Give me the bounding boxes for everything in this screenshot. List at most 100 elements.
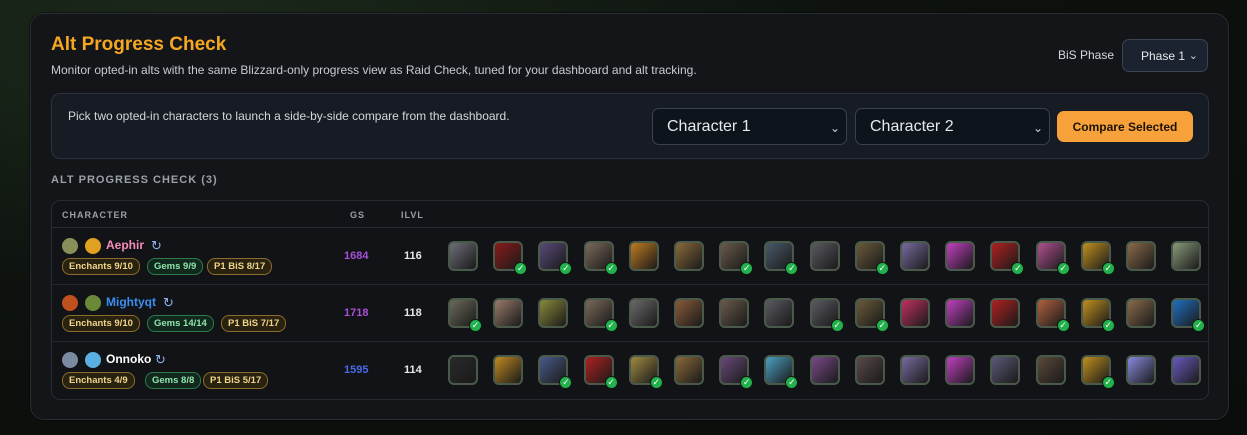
check-icon: ✓	[514, 262, 528, 275]
check-icon: ✓	[604, 319, 618, 332]
section-title: ALT PROGRESS CHECK (3)	[51, 174, 218, 186]
table-header: CHARACTER GS ILVL	[52, 201, 1208, 228]
bis-phase-label: BiS Phase	[1058, 48, 1115, 62]
table-row[interactable]: Aephir ↻ Enchants 9/10 Gems 9/9 P1 BiS 8/17 1…	[52, 228, 1208, 285]
gear-slot-icon[interactable]: ✓	[493, 241, 528, 275]
check-icon: ✓	[1101, 376, 1115, 389]
gear-slot-icon[interactable]: ✓	[809, 298, 844, 332]
character-1-value: Character 1	[667, 117, 751, 135]
gear-slot-icon[interactable]	[493, 298, 524, 328]
check-icon: ✓	[559, 262, 573, 275]
spec-icon	[85, 238, 101, 254]
item-level: 118	[404, 307, 422, 319]
character-name[interactable]: Onnoko	[106, 352, 151, 366]
gear-slot-icon[interactable]: ✓	[854, 298, 889, 332]
gear-slot-icon[interactable]: ✓	[538, 241, 573, 275]
gear-slot-icon[interactable]	[990, 355, 1021, 385]
gear-score: 1684	[344, 250, 369, 262]
enchants-badge: Enchants 9/10	[62, 315, 140, 332]
gear-slot-icon[interactable]	[1126, 355, 1156, 385]
character-name[interactable]: Mightyqt	[106, 295, 156, 309]
check-icon: ✓	[785, 376, 799, 389]
compare-selected-button[interactable]: Compare Selected	[1057, 111, 1193, 142]
compare-instructions: Pick two opted-in characters to launch a…	[68, 109, 510, 123]
bis-badge: P1 BiS 5/17	[203, 372, 269, 389]
table-row[interactable]: Onnoko ↻ Enchants 4/9 Gems 8/8 P1 BiS 5/17 15…	[52, 342, 1208, 399]
chevron-down-icon: ⌄	[1188, 50, 1198, 62]
chevron-down-icon: ⌄	[829, 121, 840, 135]
gear-slot-icon[interactable]	[674, 355, 704, 385]
gear-slot-icon[interactable]: ✓	[1035, 241, 1070, 275]
gear-slot-icon[interactable]: ✓	[719, 241, 754, 275]
gear-slot-icon[interactable]: ✓	[1035, 298, 1070, 332]
gear-score: 1595	[344, 364, 369, 376]
gear-slot-icon[interactable]: ✓	[583, 241, 618, 275]
gear-slot-icon[interactable]	[945, 355, 976, 385]
check-icon: ✓	[785, 262, 799, 275]
refresh-icon[interactable]: ↻	[155, 352, 166, 368]
gear-slot-icon[interactable]	[674, 241, 704, 271]
gear-slot-icon[interactable]	[628, 241, 659, 271]
gear-slot-icon[interactable]	[900, 241, 930, 271]
gear-slot-icon[interactable]	[945, 241, 976, 271]
character-2-select[interactable]: Character 2 ⌄	[855, 108, 1050, 145]
refresh-icon[interactable]: ↻	[151, 238, 162, 254]
gear-slot-icon[interactable]: ✓	[764, 355, 799, 389]
gear-slot-icon[interactable]	[448, 355, 478, 385]
gear-slot-icon[interactable]: ✓	[628, 355, 663, 389]
gear-slot-icon[interactable]	[1126, 298, 1156, 328]
gear-slot-icon[interactable]	[1035, 355, 1066, 385]
gems-badge: Gems 9/9	[147, 258, 204, 275]
gear-slot-icon[interactable]	[900, 298, 930, 328]
gear-slot-icon[interactable]	[900, 355, 930, 385]
refresh-icon[interactable]: ↻	[163, 295, 174, 311]
gear-slot-icon[interactable]	[1171, 241, 1202, 271]
gear-slot-icon[interactable]: ✓	[1080, 241, 1115, 275]
check-icon: ✓	[469, 319, 482, 332]
gear-slot-icon[interactable]	[1171, 355, 1202, 385]
gear-slot-icon[interactable]: ✓	[448, 298, 482, 332]
item-level: 116	[404, 250, 422, 262]
chevron-down-icon: ⌄	[1032, 121, 1043, 135]
page-subtitle: Monitor opted-in alts with the same Bliz…	[51, 63, 697, 77]
check-icon: ✓	[875, 262, 889, 275]
spec-icon	[85, 352, 101, 368]
gear-slot-icon[interactable]: ✓	[583, 298, 618, 332]
gear-slot-icon[interactable]	[764, 298, 795, 328]
gear-slot-icon[interactable]	[538, 298, 569, 328]
check-icon: ✓	[1056, 262, 1070, 275]
header-gs: GS	[350, 210, 366, 220]
bis-badge: P1 BiS 7/17	[221, 315, 287, 332]
bis-phase-select[interactable]: Phase 1 ⌄	[1122, 39, 1208, 72]
character-1-select[interactable]: Character 1 ⌄	[652, 108, 847, 145]
gear-slot-icon[interactable]: ✓	[1080, 298, 1115, 332]
character-name[interactable]: Aephir	[106, 238, 144, 252]
gear-slot-icon[interactable]: ✓	[1080, 355, 1115, 389]
enchants-badge: Enchants 9/10	[62, 258, 140, 275]
header-character: CHARACTER	[62, 210, 128, 220]
gear-slot-icon[interactable]	[719, 298, 750, 328]
gear-slot-icon[interactable]	[1126, 241, 1156, 271]
gear-slot-icon[interactable]	[448, 241, 478, 271]
gear-slot-icon[interactable]: ✓	[764, 241, 799, 275]
gear-slot-icon[interactable]	[945, 298, 976, 328]
gear-slot-icon[interactable]: ✓	[1171, 298, 1206, 332]
gear-slot-icon[interactable]	[990, 298, 1021, 328]
check-icon: ✓	[604, 262, 618, 275]
gems-badge: Gems 8/8	[145, 372, 202, 389]
gear-slot-icon[interactable]: ✓	[990, 241, 1025, 275]
gear-slot-icon[interactable]	[628, 298, 659, 328]
gear-slot-icon[interactable]	[854, 355, 885, 385]
gear-slot-icon[interactable]	[674, 298, 704, 328]
gear-slot-icon[interactable]	[809, 355, 840, 385]
gear-slot-icon[interactable]: ✓	[854, 241, 889, 275]
gear-slot-icon[interactable]: ✓	[583, 355, 618, 389]
compare-box: Pick two opted-in characters to launch a…	[51, 93, 1209, 159]
gear-slot-icon[interactable]	[809, 241, 840, 271]
gear-slot-icon[interactable]: ✓	[719, 355, 754, 389]
gear-slot-icon[interactable]	[493, 355, 524, 385]
table-row[interactable]: Mightyqt ↻ Enchants 9/10 Gems 14/14 P1 BiS 7…	[52, 285, 1208, 342]
enchants-badge: Enchants 4/9	[62, 372, 135, 389]
spec-icon	[62, 295, 78, 311]
gear-slot-icon[interactable]: ✓	[538, 355, 573, 389]
